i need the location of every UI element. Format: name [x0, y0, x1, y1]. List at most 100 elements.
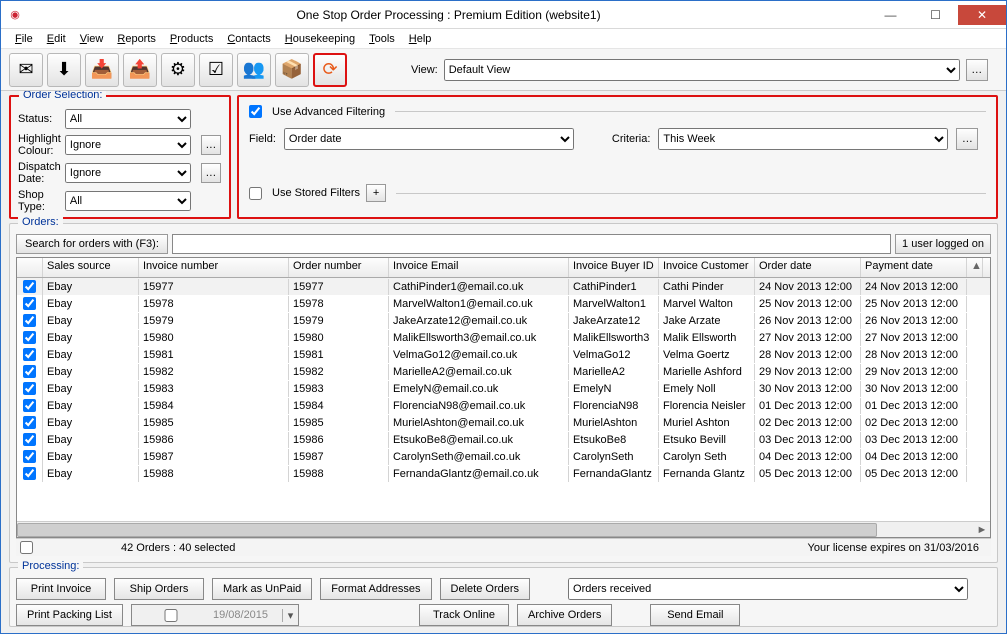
menu-view[interactable]: View	[74, 31, 110, 47]
print-invoice-button[interactable]: Print Invoice	[16, 578, 106, 600]
table-row[interactable]: Ebay1598015980MalikEllsworth3@email.co.u…	[17, 329, 990, 346]
stored-filters-add-button[interactable]: +	[366, 184, 386, 202]
search-label[interactable]: Search for orders with (F3):	[16, 234, 168, 254]
users-logged-badge[interactable]: 1 user logged on	[895, 234, 991, 254]
row-checkbox[interactable]	[23, 348, 36, 361]
criteria-select[interactable]: This Week	[658, 128, 948, 150]
osel-more-1[interactable]: …	[201, 135, 221, 155]
table-row[interactable]: Ebay1598115981VelmaGo12@email.co.ukVelma…	[17, 346, 990, 363]
menu-help[interactable]: Help	[403, 31, 438, 47]
row-checkbox[interactable]	[23, 467, 36, 480]
row-checkbox[interactable]	[23, 450, 36, 463]
checklist-icon[interactable]: ☑	[199, 53, 233, 87]
use-advanced-checkbox[interactable]	[249, 105, 262, 118]
import-icon[interactable]: ⬇	[47, 53, 81, 87]
cell-pdate: 25 Nov 2013 12:00	[861, 296, 967, 312]
scroll-thumb[interactable]	[17, 523, 877, 537]
osel-select-0[interactable]: All	[65, 109, 191, 129]
table-row[interactable]: Ebay1598215982MarielleA2@email.co.ukMari…	[17, 363, 990, 380]
select-all-checkbox[interactable]	[20, 541, 33, 554]
row-checkbox[interactable]	[23, 314, 36, 327]
row-checkbox[interactable]	[23, 365, 36, 378]
row-checkbox[interactable]	[23, 297, 36, 310]
minimize-button[interactable]: —	[868, 5, 913, 25]
format-addresses-button[interactable]: Format Addresses	[320, 578, 431, 600]
menu-housekeeping[interactable]: Housekeeping	[279, 31, 361, 47]
menu-tools[interactable]: Tools	[363, 31, 401, 47]
processing-status-select[interactable]: Orders received	[568, 578, 968, 600]
table-row[interactable]: Ebay1597815978MarvelWalton1@email.co.ukM…	[17, 295, 990, 312]
packages-icon[interactable]: 📦	[275, 53, 309, 87]
criteria-more-button[interactable]: …	[956, 128, 978, 150]
view-select[interactable]: Default View	[444, 59, 960, 81]
search-input[interactable]	[172, 234, 891, 254]
col-header-5[interactable]: Invoice Buyer ID	[569, 258, 659, 277]
table-row[interactable]: Ebay1598715987CarolynSeth@email.co.ukCar…	[17, 448, 990, 465]
col-header-6[interactable]: Invoice Customer	[659, 258, 755, 277]
col-header-8[interactable]: Payment date	[861, 258, 967, 277]
menu-file[interactable]: File	[9, 31, 39, 47]
scroll-right-icon[interactable]: ►	[974, 523, 990, 537]
archive-orders-button[interactable]: Archive Orders	[517, 604, 612, 626]
maximize-button[interactable]: ☐	[913, 5, 958, 25]
row-checkbox[interactable]	[23, 416, 36, 429]
users-icon[interactable]: 👥	[237, 53, 271, 87]
send-email-button[interactable]: Send Email	[650, 604, 740, 626]
cell-odate: 04 Dec 2013 12:00	[755, 449, 861, 465]
date-dropdown-icon[interactable]: ▾	[282, 609, 298, 622]
cell-src: Ebay	[43, 398, 139, 414]
table-row[interactable]: Ebay1598415984FlorenciaN98@email.co.ukFl…	[17, 397, 990, 414]
col-header-3[interactable]: Order number	[289, 258, 389, 277]
row-checkbox[interactable]	[23, 382, 36, 395]
row-checkbox[interactable]	[23, 433, 36, 446]
col-header-0[interactable]	[17, 258, 43, 277]
export-down-icon[interactable]: 📥	[85, 53, 119, 87]
cell-inv: 15986	[139, 432, 289, 448]
menu-reports[interactable]: Reports	[111, 31, 162, 47]
cell-cust: Emely Noll	[659, 381, 755, 397]
settings-icon[interactable]: ⚙	[161, 53, 195, 87]
row-checkbox[interactable]	[23, 331, 36, 344]
row-checkbox[interactable]	[23, 399, 36, 412]
use-stored-checkbox[interactable]	[249, 187, 262, 200]
print-packing-list-button[interactable]: Print Packing List	[16, 604, 123, 626]
horizontal-scrollbar[interactable]: ◄ ►	[17, 521, 990, 537]
col-header-7[interactable]: Order date	[755, 258, 861, 277]
track-online-button[interactable]: Track Online	[419, 604, 509, 626]
use-stored-label[interactable]: Use Stored Filters	[272, 187, 360, 199]
osel-select-2[interactable]: Ignore	[65, 163, 191, 183]
cell-src: Ebay	[43, 347, 139, 363]
ship-orders-button[interactable]: Ship Orders	[114, 578, 204, 600]
close-button[interactable]: ✕	[958, 5, 1006, 25]
export-up-icon[interactable]: 📤	[123, 53, 157, 87]
col-header-4[interactable]: Invoice Email	[389, 258, 569, 277]
field-select[interactable]: Order date	[284, 128, 574, 150]
osel-select-1[interactable]: Ignore	[65, 135, 191, 155]
date-field[interactable]: ▾	[131, 604, 299, 626]
row-checkbox[interactable]	[23, 280, 36, 293]
col-header-2[interactable]: Invoice number	[139, 258, 289, 277]
cell-email: EtsukoBe8@email.co.uk	[389, 432, 569, 448]
date-enable-checkbox[interactable]	[135, 609, 207, 622]
scroll-up-icon[interactable]: ▲	[967, 258, 983, 277]
cell-odate: 28 Nov 2013 12:00	[755, 347, 861, 363]
use-advanced-label[interactable]: Use Advanced Filtering	[272, 106, 385, 118]
osel-select-3[interactable]: All	[65, 191, 191, 211]
table-row[interactable]: Ebay1597715977CathiPinder1@email.co.ukCa…	[17, 278, 990, 295]
mark-unpaid-button[interactable]: Mark as UnPaid	[212, 578, 312, 600]
table-row[interactable]: Ebay1598515985MurielAshton@email.co.ukMu…	[17, 414, 990, 431]
refresh-icon[interactable]: ⟳	[313, 53, 347, 87]
col-header-1[interactable]: Sales source	[43, 258, 139, 277]
table-row[interactable]: Ebay1597915979JakeArzate12@email.co.ukJa…	[17, 312, 990, 329]
table-row[interactable]: Ebay1598315983EmelyN@email.co.ukEmelyNEm…	[17, 380, 990, 397]
table-row[interactable]: Ebay1598815988FernandaGlantz@email.co.uk…	[17, 465, 990, 482]
date-input[interactable]	[210, 609, 282, 621]
menu-edit[interactable]: Edit	[41, 31, 72, 47]
view-more-button[interactable]: …	[966, 59, 988, 81]
delete-orders-button[interactable]: Delete Orders	[440, 578, 530, 600]
menu-contacts[interactable]: Contacts	[221, 31, 276, 47]
new-order-icon[interactable]: ✉	[9, 53, 43, 87]
table-row[interactable]: Ebay1598615986EtsukoBe8@email.co.ukEtsuk…	[17, 431, 990, 448]
menu-products[interactable]: Products	[164, 31, 219, 47]
osel-more-2[interactable]: …	[201, 163, 221, 183]
